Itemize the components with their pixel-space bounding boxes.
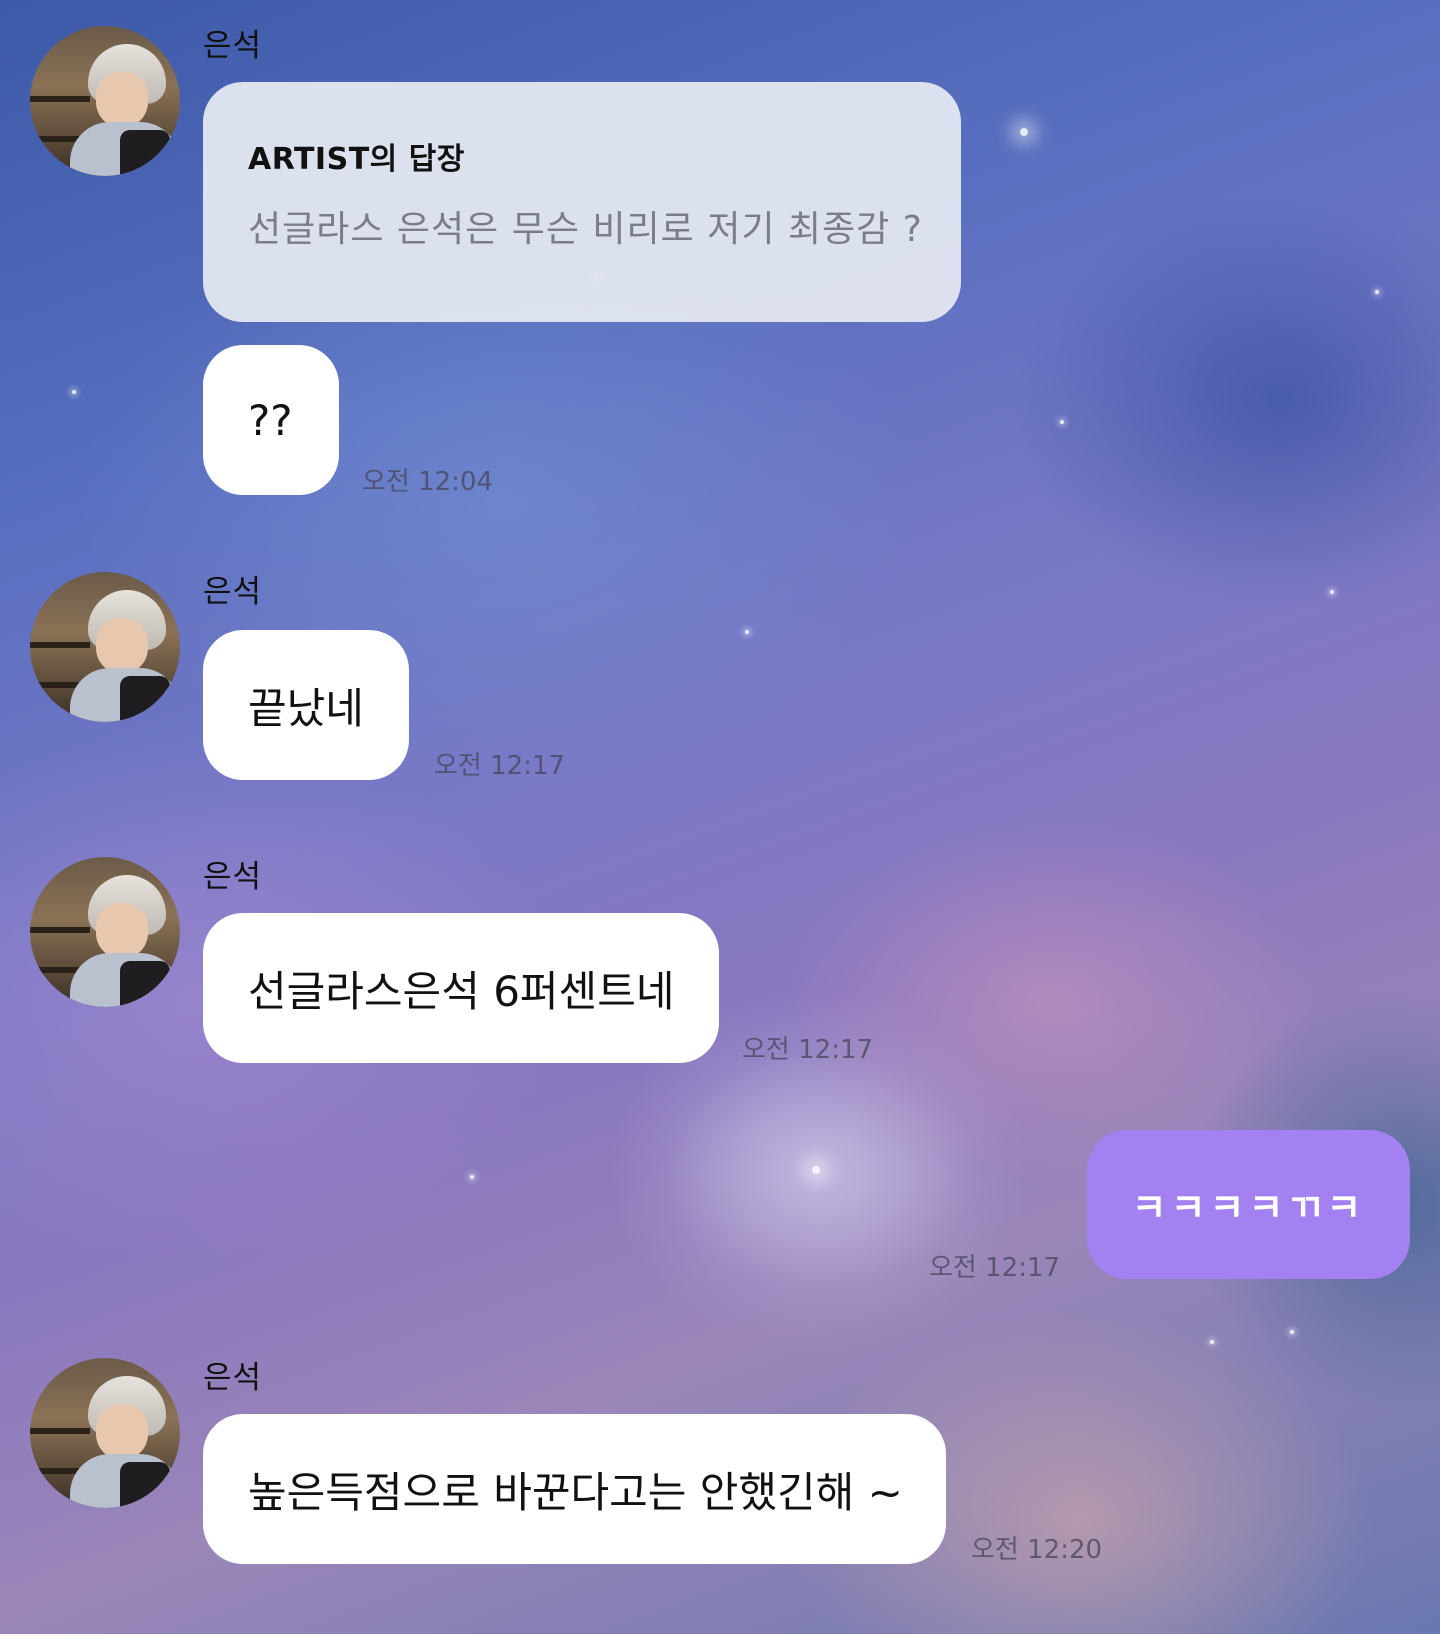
sender-name: 은석	[203, 28, 263, 64]
star	[1210, 1340, 1214, 1344]
message-text: ??	[248, 395, 293, 445]
star	[1060, 420, 1064, 424]
sender-name: 은석	[203, 574, 263, 610]
sender-name: 은석	[203, 1360, 263, 1396]
my-message-bubble[interactable]: ㅋㅋㅋㅋㄲㅋ	[1087, 1130, 1410, 1279]
message-bubble[interactable]: 선글라스은석 6퍼센트네	[203, 913, 719, 1063]
message-text: 선글라스은석 6퍼센트네	[248, 966, 675, 1016]
star	[1375, 290, 1379, 294]
message-time: 오전 12:17	[742, 1035, 874, 1065]
message-time: 오전 12:17	[434, 751, 566, 781]
message-text: ㅋㅋㅋㅋㄲㅋ	[1131, 1186, 1366, 1230]
message-text: 끝났네	[248, 683, 364, 733]
star	[470, 1175, 474, 1179]
star	[1290, 1330, 1294, 1334]
star	[72, 390, 76, 394]
message-text: 높은득점으로 바꾼다고는 안했긴해 ~	[248, 1467, 903, 1517]
avatar[interactable]	[30, 857, 180, 1007]
avatar[interactable]	[30, 572, 180, 722]
message-time: 오전 12:20	[971, 1535, 1103, 1565]
message-bubble[interactable]: 끝났네	[203, 630, 409, 780]
message-time: 오전 12:04	[362, 467, 494, 497]
reply-quoted-text: 선글라스 은석은 무슨 비리로 저기 최종감 ?	[248, 209, 923, 250]
avatar[interactable]	[30, 1358, 180, 1508]
star	[1020, 128, 1028, 136]
star	[745, 630, 749, 634]
star	[812, 1166, 820, 1174]
reply-bubble[interactable]: ARTIST의 답장 선글라스 은석은 무슨 비리로 저기 최종감 ?	[203, 82, 961, 322]
message-time: 오전 12:17	[929, 1253, 1061, 1283]
sender-name: 은석	[203, 859, 263, 895]
message-bubble[interactable]: 높은득점으로 바꾼다고는 안했긴해 ~	[203, 1414, 946, 1564]
star	[1330, 590, 1334, 594]
reply-title: ARTIST의 답장	[248, 142, 465, 177]
avatar[interactable]	[30, 26, 180, 176]
message-bubble[interactable]: ??	[203, 345, 339, 495]
